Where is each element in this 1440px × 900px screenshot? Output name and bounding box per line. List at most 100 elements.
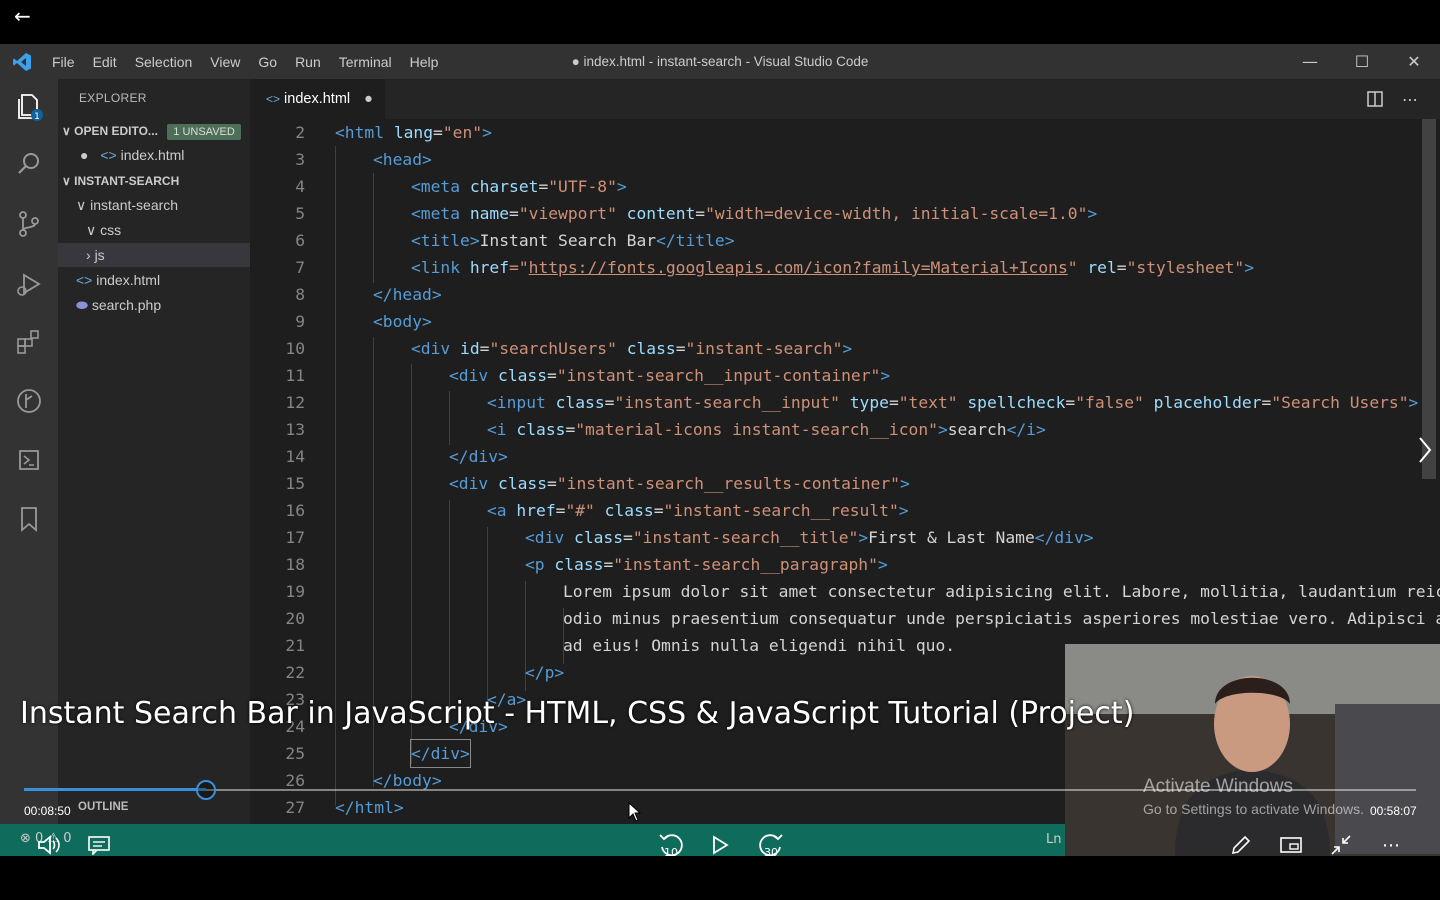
- line-number: 18: [285, 555, 305, 574]
- code-line: 25 </div>: [250, 739, 471, 768]
- line-number: 21: [285, 636, 305, 655]
- menu-go[interactable]: Go: [258, 54, 277, 70]
- source-control-icon[interactable]: [14, 209, 44, 239]
- line-number: 3: [295, 150, 305, 169]
- open-editor-index-html[interactable]: ● <> index.html: [80, 143, 184, 167]
- folder-label: instant-search: [90, 197, 179, 213]
- menu-file[interactable]: File: [52, 54, 75, 70]
- menu-terminal[interactable]: Terminal: [339, 54, 392, 70]
- line-number: 13: [285, 420, 305, 439]
- html-file-icon: <>: [100, 147, 117, 163]
- code-line: 6 <title>Instant Search Bar</title>: [250, 227, 734, 254]
- code-line: 21 ad eius! Omnis nulla eligendi nihil qu…: [250, 632, 955, 659]
- open-editors-section[interactable]: ∨ OPEN EDITO... 1 UNSAVED: [62, 119, 241, 143]
- elapsed-time: 00:08:50: [24, 804, 71, 818]
- code-line: 9 <body>: [250, 308, 432, 335]
- unsaved-dot-icon: ●: [80, 147, 89, 163]
- line-number: 17: [285, 528, 305, 547]
- folder-label: js: [94, 247, 105, 263]
- code-line: 14 </div>: [250, 443, 507, 470]
- pen-icon: [1231, 835, 1251, 855]
- close-button[interactable]: ✕: [1388, 44, 1440, 79]
- code-line: 22 </p>: [250, 659, 564, 686]
- video-title: Instant Search Bar in JavaScript - HTML,…: [20, 696, 1135, 731]
- menu-view[interactable]: View: [210, 54, 240, 70]
- editor-tabs: <> index.html ● ⋯: [250, 79, 1440, 119]
- chevron-right-icon[interactable]: [1417, 436, 1433, 464]
- line-number: 6: [295, 231, 305, 250]
- link-url[interactable]: https://fonts.googleapis.com/icon?family…: [529, 258, 1068, 277]
- menu-bar: File Edit Selection View Go Run Terminal…: [52, 44, 456, 79]
- outline-section[interactable]: OUTLINE: [78, 801, 128, 813]
- bookmarks-icon[interactable]: [14, 504, 44, 534]
- code-line: 19 Lorem ipsum dolor sit amet consectetur…: [250, 578, 1440, 605]
- skip-forward-icon: 30: [759, 834, 783, 859]
- menu-edit[interactable]: Edit: [93, 54, 117, 70]
- code-line: 4 <meta charset="UTF-8">: [250, 173, 627, 200]
- project-label: INSTANT-SEARCH: [74, 174, 180, 188]
- tree-folder-instant-search[interactable]: ∨ instant-search: [76, 193, 178, 217]
- tree-folder-css[interactable]: ∨ css: [86, 218, 121, 242]
- skip-back-icon: 10: [659, 834, 683, 859]
- presenter-image: [1065, 644, 1440, 856]
- html-file-icon: <>: [76, 272, 93, 288]
- line-number: 7: [295, 258, 305, 277]
- chevron-down-icon: ∨: [62, 124, 71, 138]
- progress-track[interactable]: [24, 789, 1416, 791]
- code-line: 5 <meta name="viewport" content="width=de…: [250, 200, 1097, 227]
- code-line: 2 <html lang="en">: [250, 119, 492, 146]
- captions-icon: [88, 836, 110, 855]
- windows-watermark-subtitle: Go to Settings to activate Windows.: [1143, 801, 1364, 817]
- split-editor-icon[interactable]: [1366, 90, 1384, 108]
- line-number: 4: [295, 177, 305, 196]
- unsaved-dot-icon[interactable]: ●: [364, 91, 373, 107]
- explorer-files-icon[interactable]: 1: [14, 91, 44, 121]
- window-title: ● index.html - instant-search - Visual S…: [571, 54, 869, 69]
- more-actions-icon[interactable]: ⋯: [1402, 90, 1418, 109]
- remote-explorer-icon[interactable]: [14, 445, 44, 475]
- code-line: 8 </head>: [250, 281, 441, 308]
- editor-scrollbar[interactable]: [1422, 119, 1436, 479]
- run-debug-icon[interactable]: [14, 269, 44, 299]
- line-number: 25: [285, 744, 305, 763]
- line-number: 11: [285, 366, 305, 385]
- tree-file-search-php[interactable]: ⬬ search.php: [76, 293, 161, 317]
- chevron-down-icon: ∨: [86, 222, 97, 238]
- unsaved-badge: 1 UNSAVED: [167, 124, 241, 140]
- chevron-down-icon: ∨: [62, 174, 71, 188]
- play-icon: [713, 835, 729, 855]
- indent-guide: [373, 173, 374, 283]
- line-number: 16: [285, 501, 305, 520]
- window-controls: — ☐ ✕: [1284, 44, 1440, 79]
- collapse-icon: [1331, 835, 1351, 855]
- project-section[interactable]: ∨ INSTANT-SEARCH: [62, 169, 179, 193]
- file-label: search.php: [91, 297, 162, 313]
- title-bar: File Edit Selection View Go Run Terminal…: [0, 44, 1440, 79]
- code-line: 20 odio minus praesentium consequatur und…: [250, 605, 1440, 632]
- progress-thumb[interactable]: [195, 780, 216, 800]
- menu-help[interactable]: Help: [410, 54, 439, 70]
- indent-guide: [449, 500, 450, 720]
- search-icon[interactable]: [14, 149, 44, 179]
- extensions-icon[interactable]: [14, 327, 44, 357]
- open-editors-label: OPEN EDITO...: [74, 124, 158, 138]
- code-line: 12 <input class="instant-search__input" t…: [250, 389, 1418, 416]
- line-number: 12: [285, 393, 305, 412]
- tree-file-index-html[interactable]: <> index.html: [76, 268, 160, 292]
- minimize-button[interactable]: —: [1284, 44, 1336, 79]
- progress-fill: [24, 788, 206, 791]
- code-line: 13 <i class="material-icons instant-searc…: [250, 416, 1045, 443]
- open-editor-label: index.html: [120, 147, 185, 163]
- git-history-icon[interactable]: [14, 386, 44, 416]
- maximize-button[interactable]: ☐: [1336, 44, 1388, 79]
- menu-run[interactable]: Run: [295, 54, 321, 70]
- code-line: 3 <head>: [250, 146, 432, 173]
- code-line: 11 <div class="instant-search__input-cont…: [250, 362, 890, 389]
- html-file-icon: <>: [266, 92, 281, 106]
- menu-selection[interactable]: Selection: [135, 54, 193, 70]
- tab-index-html[interactable]: <> index.html ●: [250, 79, 385, 119]
- line-number: 15: [285, 474, 305, 493]
- tree-folder-js[interactable]: › js: [58, 243, 250, 267]
- back-arrow-icon[interactable]: ←: [14, 6, 31, 26]
- line-number: 19: [285, 582, 305, 601]
